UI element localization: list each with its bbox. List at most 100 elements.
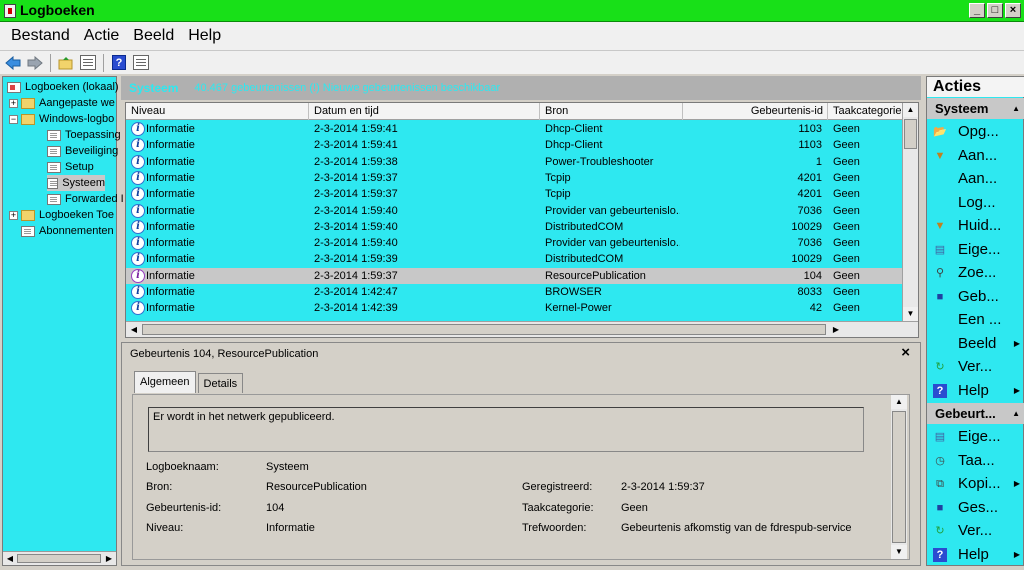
tree-item-aangepaste-weergaven[interactable]: + Aangepaste we [9, 95, 115, 111]
collapse-arrow-icon[interactable]: ▲ [1012, 403, 1020, 424]
information-icon: i [131, 236, 145, 251]
column-niveau[interactable]: Niveau [126, 103, 309, 120]
tree-item-systeem[interactable]: Systeem [47, 175, 105, 191]
action-item[interactable]: ◷ Taa... [927, 450, 1024, 472]
event-description[interactable]: Er wordt in het netwerk gepubliceerd. [148, 407, 864, 452]
tree-item-toepassing[interactable]: Toepassing [47, 127, 121, 143]
tree-item-abonnementen[interactable]: Abonnementen [21, 223, 114, 239]
table-cell-date: 2-3-2014 1:59:37 [314, 269, 398, 282]
information-icon: i [131, 252, 145, 267]
tree-item-setup[interactable]: Setup [47, 159, 94, 175]
actions-section-gebeurtenis[interactable]: Gebeurt... ▲ [927, 403, 1024, 424]
action-item[interactable]: ▤ Eige... [927, 426, 1024, 448]
table-row[interactable]: i Informatie 2-3-2014 1:59:37 Tcpip 4201 Geen [126, 186, 904, 202]
table-row[interactable]: i Informatie 2-3-2014 1:59:41 Dhcp-Client 11… [126, 121, 904, 137]
tree-item-logboeken-toepassingen[interactable]: + Logboeken Toe [9, 207, 114, 223]
scroll-left-icon[interactable]: ◀ [128, 324, 140, 335]
scroll-down-icon[interactable]: ▼ [903, 307, 918, 321]
action-item[interactable]: Beeld ▶ [927, 333, 1024, 355]
scroll-thumb[interactable] [904, 119, 917, 149]
action-item[interactable]: ⚲ Zoe... [927, 262, 1024, 284]
events-horizontal-scrollbar[interactable]: ◀ ▶ [126, 321, 918, 337]
table-row[interactable]: i Informatie 2-3-2014 1:59:41 Dhcp-Client 11… [126, 137, 904, 153]
column-bron[interactable]: Bron [540, 103, 683, 120]
events-vertical-scrollbar[interactable]: ▲ ▼ [902, 103, 918, 321]
column-gebeurtenis-id[interactable]: Gebeurtenis-id [683, 103, 828, 120]
scroll-up-icon[interactable]: ▲ [891, 395, 907, 409]
close-button[interactable]: × [1005, 3, 1021, 18]
action-item[interactable]: 📂 Opg... [927, 121, 1024, 143]
action-item[interactable]: ■ Geb... [927, 286, 1024, 308]
column-datum[interactable]: Datum en tijd [309, 103, 540, 120]
table-row[interactable]: i Informatie 2-3-2014 1:59:40 Provider van … [126, 203, 904, 219]
scroll-right-icon[interactable]: ▶ [830, 324, 842, 335]
action-item[interactable]: Een ... [927, 309, 1024, 331]
close-icon[interactable]: × [901, 344, 910, 361]
information-icon: i [131, 203, 145, 218]
tree-item-windows-logboeken[interactable]: − Windows-logbo [9, 111, 114, 127]
table-cell-id: 1103 [798, 123, 822, 135]
action-label: Kopi... [958, 475, 1001, 492]
menu-beeld[interactable]: Beeld [126, 27, 181, 45]
log-icon [47, 145, 61, 157]
table-cell-date: 2-3-2014 1:59:39 [314, 253, 398, 266]
menu-help[interactable]: Help [181, 27, 228, 45]
scroll-up-icon[interactable]: ▲ [903, 103, 918, 117]
collapse-arrow-icon[interactable]: ▲ [1012, 98, 1020, 119]
forward-icon[interactable] [26, 54, 44, 72]
table-row[interactable]: i Informatie 2-3-2014 1:59:37 ResourcePubli… [126, 267, 904, 284]
table-row[interactable]: i Informatie 2-3-2014 1:42:39 Kernel-Power 4… [126, 300, 904, 316]
tree-horizontal-scrollbar[interactable]: ◀ ▶ [3, 551, 116, 565]
action-item[interactable]: ▼ Huid... [927, 215, 1024, 237]
menu-actie[interactable]: Actie [77, 27, 127, 45]
up-folder-icon[interactable] [57, 54, 75, 72]
action-item[interactable]: ↻ Ver... [927, 520, 1024, 542]
label-gebeurtenis-id: Gebeurtenis-id: [146, 502, 222, 514]
expand-icon[interactable]: + [9, 210, 18, 220]
action-item[interactable]: Log... [927, 192, 1024, 214]
scroll-down-icon[interactable]: ▼ [891, 545, 907, 559]
action-item[interactable]: ↻ Ver... [927, 356, 1024, 378]
information-icon: i [131, 187, 145, 202]
details-vertical-scrollbar[interactable]: ▲ ▼ [891, 395, 907, 559]
actions-title: Acties [927, 77, 1024, 97]
collapse-icon[interactable]: − [9, 114, 18, 124]
expand-icon[interactable]: + [9, 98, 18, 108]
table-row[interactable]: i Informatie 2-3-2014 1:59:38 Power-Trouble… [126, 154, 904, 170]
column-taakcategorie[interactable]: Taakcategorie [828, 103, 904, 120]
table-row[interactable]: i Informatie 2-3-2014 1:59:39 DistributedCO… [126, 251, 904, 267]
tree-item-forwarded-events[interactable]: Forwarded I [47, 191, 124, 207]
tab-algemeen[interactable]: Algemeen [134, 371, 196, 393]
action-label: Aan... [958, 146, 998, 164]
table-row[interactable]: i Informatie 2-3-2014 1:59:37 Tcpip 4201 Geen [126, 170, 904, 186]
action-item[interactable]: ? Help ▶ [927, 380, 1024, 402]
scroll-thumb[interactable] [142, 324, 826, 335]
action-item[interactable]: Aan... [927, 168, 1024, 190]
action-item[interactable]: ? Help ▶ [927, 544, 1024, 566]
scroll-thumb[interactable] [17, 554, 101, 563]
action-item[interactable]: ▤ Eige... [927, 239, 1024, 261]
show-tree-icon[interactable] [79, 54, 97, 72]
scroll-right-icon[interactable]: ▶ [103, 553, 115, 564]
tab-details[interactable]: Details [197, 373, 244, 393]
action-item[interactable]: ■ Ges... [927, 497, 1024, 519]
help-icon[interactable]: ? [110, 54, 128, 72]
action-item[interactable]: ⧉ Kopi... ▶ [927, 473, 1024, 495]
table-cell-date: 2-3-2014 1:59:41 [314, 123, 398, 135]
action-item[interactable]: ▼ Aan... [927, 145, 1024, 167]
back-icon[interactable] [4, 54, 22, 72]
minimize-button[interactable]: _ [969, 3, 985, 18]
action-pane-icon[interactable] [132, 54, 150, 72]
table-row[interactable]: i Informatie 2-3-2014 1:59:40 DistributedCO… [126, 219, 904, 235]
scroll-thumb[interactable] [892, 411, 906, 543]
table-row[interactable]: i Informatie 2-3-2014 1:42:47 BROWSER 8033 Ge… [126, 284, 904, 300]
maximize-button[interactable]: □ [987, 3, 1003, 18]
tree-item-logboeken-lokaal[interactable]: Logboeken (lokaal) [7, 79, 119, 95]
menu-bestand[interactable]: Bestand [4, 27, 77, 45]
scroll-left-icon[interactable]: ◀ [4, 553, 16, 564]
table-row[interactable]: i Informatie 2-3-2014 1:59:40 Provider van … [126, 235, 904, 251]
actions-section-systeem[interactable]: Systeem ▲ [927, 98, 1024, 119]
folder-icon [21, 97, 35, 109]
tree-item-beveiliging[interactable]: Beveiliging [47, 143, 118, 159]
save-icon: ■ [936, 501, 944, 514]
